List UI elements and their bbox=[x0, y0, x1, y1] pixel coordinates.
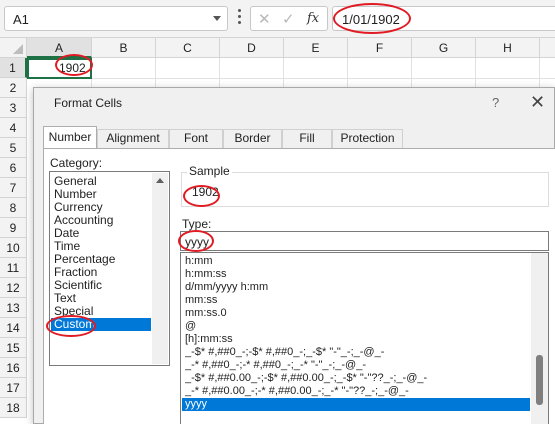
category-scrollbar[interactable] bbox=[152, 173, 168, 364]
type-label: Type: bbox=[182, 217, 212, 231]
sample-label: Sample bbox=[187, 164, 232, 178]
type-input[interactable]: yyyy bbox=[180, 231, 549, 251]
gridline bbox=[27, 78, 555, 79]
sample-value: 1902 bbox=[192, 185, 219, 199]
row-header-9[interactable]: 9 bbox=[0, 218, 27, 238]
format-item[interactable]: _-* #,##0_-;-* #,##0_-;_-* "-"_-;_-@_- bbox=[185, 359, 525, 372]
row-header-7[interactable]: 7 bbox=[0, 178, 27, 198]
column-header-h[interactable]: H bbox=[476, 38, 540, 58]
tab-number[interactable]: Number bbox=[43, 126, 97, 148]
row-header-18[interactable]: 18 bbox=[0, 398, 27, 418]
row-header-14[interactable]: 14 bbox=[0, 318, 27, 338]
row-header-12[interactable]: 12 bbox=[0, 278, 27, 298]
row-header-8[interactable]: 8 bbox=[0, 198, 27, 218]
column-header-i[interactable] bbox=[540, 38, 555, 58]
tab-protection[interactable]: Protection bbox=[332, 129, 403, 148]
cancel-icon[interactable]: ✕ bbox=[258, 10, 271, 28]
number-tab-panel: Category: General Number Currency Accoun… bbox=[43, 148, 555, 424]
scrollbar-thumb[interactable] bbox=[536, 355, 543, 405]
help-button[interactable]: ? bbox=[492, 95, 499, 110]
format-cells-dialog: Format Cells ? ✕ Number Alignment Font B… bbox=[33, 87, 555, 424]
format-item[interactable]: @ bbox=[185, 320, 525, 333]
category-item-custom[interactable]: Custom bbox=[51, 318, 151, 331]
row-header-16[interactable]: 16 bbox=[0, 358, 27, 378]
tab-border[interactable]: Border bbox=[223, 129, 282, 148]
tab-font[interactable]: Font bbox=[169, 129, 223, 148]
format-item[interactable]: h:mm bbox=[185, 255, 525, 268]
row-header-3[interactable]: 3 bbox=[0, 98, 27, 118]
format-item[interactable]: d/mm/yyyy h:mm bbox=[185, 281, 525, 294]
format-list-scrollbar[interactable] bbox=[531, 253, 548, 424]
format-item-selected[interactable]: yyyy bbox=[182, 398, 530, 411]
tab-alignment[interactable]: Alignment bbox=[97, 129, 169, 148]
format-item[interactable]: [h]:mm:ss bbox=[185, 333, 525, 346]
tab-fill[interactable]: Fill bbox=[282, 129, 332, 148]
scroll-up-icon[interactable] bbox=[156, 178, 164, 183]
format-item[interactable]: mm:ss bbox=[185, 294, 525, 307]
row-header-11[interactable]: 11 bbox=[0, 258, 27, 278]
category-list[interactable]: General Number Currency Accounting Date … bbox=[49, 171, 170, 366]
row-header-2[interactable]: 2 bbox=[0, 78, 27, 98]
row-header-6[interactable]: 6 bbox=[0, 158, 27, 178]
row-header-10[interactable]: 10 bbox=[0, 238, 27, 258]
row-header-13[interactable]: 13 bbox=[0, 298, 27, 318]
format-item[interactable]: _-* #,##0.00_-;-* #,##0.00_-;_-* "-"??_-… bbox=[185, 385, 525, 398]
more-options-icon[interactable] bbox=[238, 9, 242, 27]
name-box[interactable]: A1 bbox=[4, 6, 228, 31]
cell-a1-value: 1902 bbox=[59, 61, 86, 75]
name-box-value: A1 bbox=[13, 12, 29, 27]
row-header-4[interactable]: 4 bbox=[0, 118, 27, 138]
row-header-15[interactable]: 15 bbox=[0, 338, 27, 358]
enter-icon[interactable]: ✓ bbox=[282, 10, 295, 28]
format-item[interactable]: _-$* #,##0_-;-$* #,##0_-;_-$* "-"_-;_-@_… bbox=[185, 346, 525, 359]
close-button[interactable]: ✕ bbox=[530, 92, 545, 113]
dialog-title: Format Cells bbox=[54, 96, 123, 110]
column-header-g[interactable]: G bbox=[412, 38, 476, 58]
formula-buttons: ✕ ✓ fx bbox=[250, 6, 328, 31]
row-header-17[interactable]: 17 bbox=[0, 378, 27, 398]
format-item[interactable]: h:mm:ss bbox=[185, 268, 525, 281]
formula-bar: A1 ✕ ✓ fx 1/01/1902 bbox=[0, 0, 555, 38]
column-header-b[interactable]: B bbox=[92, 38, 156, 58]
format-item[interactable]: _-$* #,##0.00_-;-$* #,##0.00_-;_-$* "-"?… bbox=[185, 372, 525, 385]
column-header-d[interactable]: D bbox=[220, 38, 284, 58]
sample-group: Sample 1902 bbox=[181, 164, 549, 207]
format-item[interactable]: mm:ss.0 bbox=[185, 307, 525, 320]
column-header-f[interactable]: F bbox=[348, 38, 412, 58]
chevron-down-icon[interactable] bbox=[213, 16, 221, 21]
column-header-e[interactable]: E bbox=[284, 38, 348, 58]
row-header-1[interactable]: 1 bbox=[0, 58, 27, 78]
formula-value: 1/01/1902 bbox=[342, 12, 400, 27]
formula-input[interactable]: 1/01/1902 bbox=[332, 6, 555, 31]
column-header-a[interactable]: A bbox=[27, 38, 92, 58]
category-label: Category: bbox=[50, 156, 103, 170]
format-code-list[interactable]: h:mm h:mm:ss d/mm/yyyy h:mm mm:ss mm:ss.… bbox=[180, 252, 549, 424]
row-header-5[interactable]: 5 bbox=[0, 138, 27, 158]
select-all-corner[interactable] bbox=[0, 38, 27, 58]
type-value: yyyy bbox=[185, 235, 209, 249]
insert-function-icon[interactable]: fx bbox=[307, 11, 319, 26]
column-header-c[interactable]: C bbox=[156, 38, 220, 58]
